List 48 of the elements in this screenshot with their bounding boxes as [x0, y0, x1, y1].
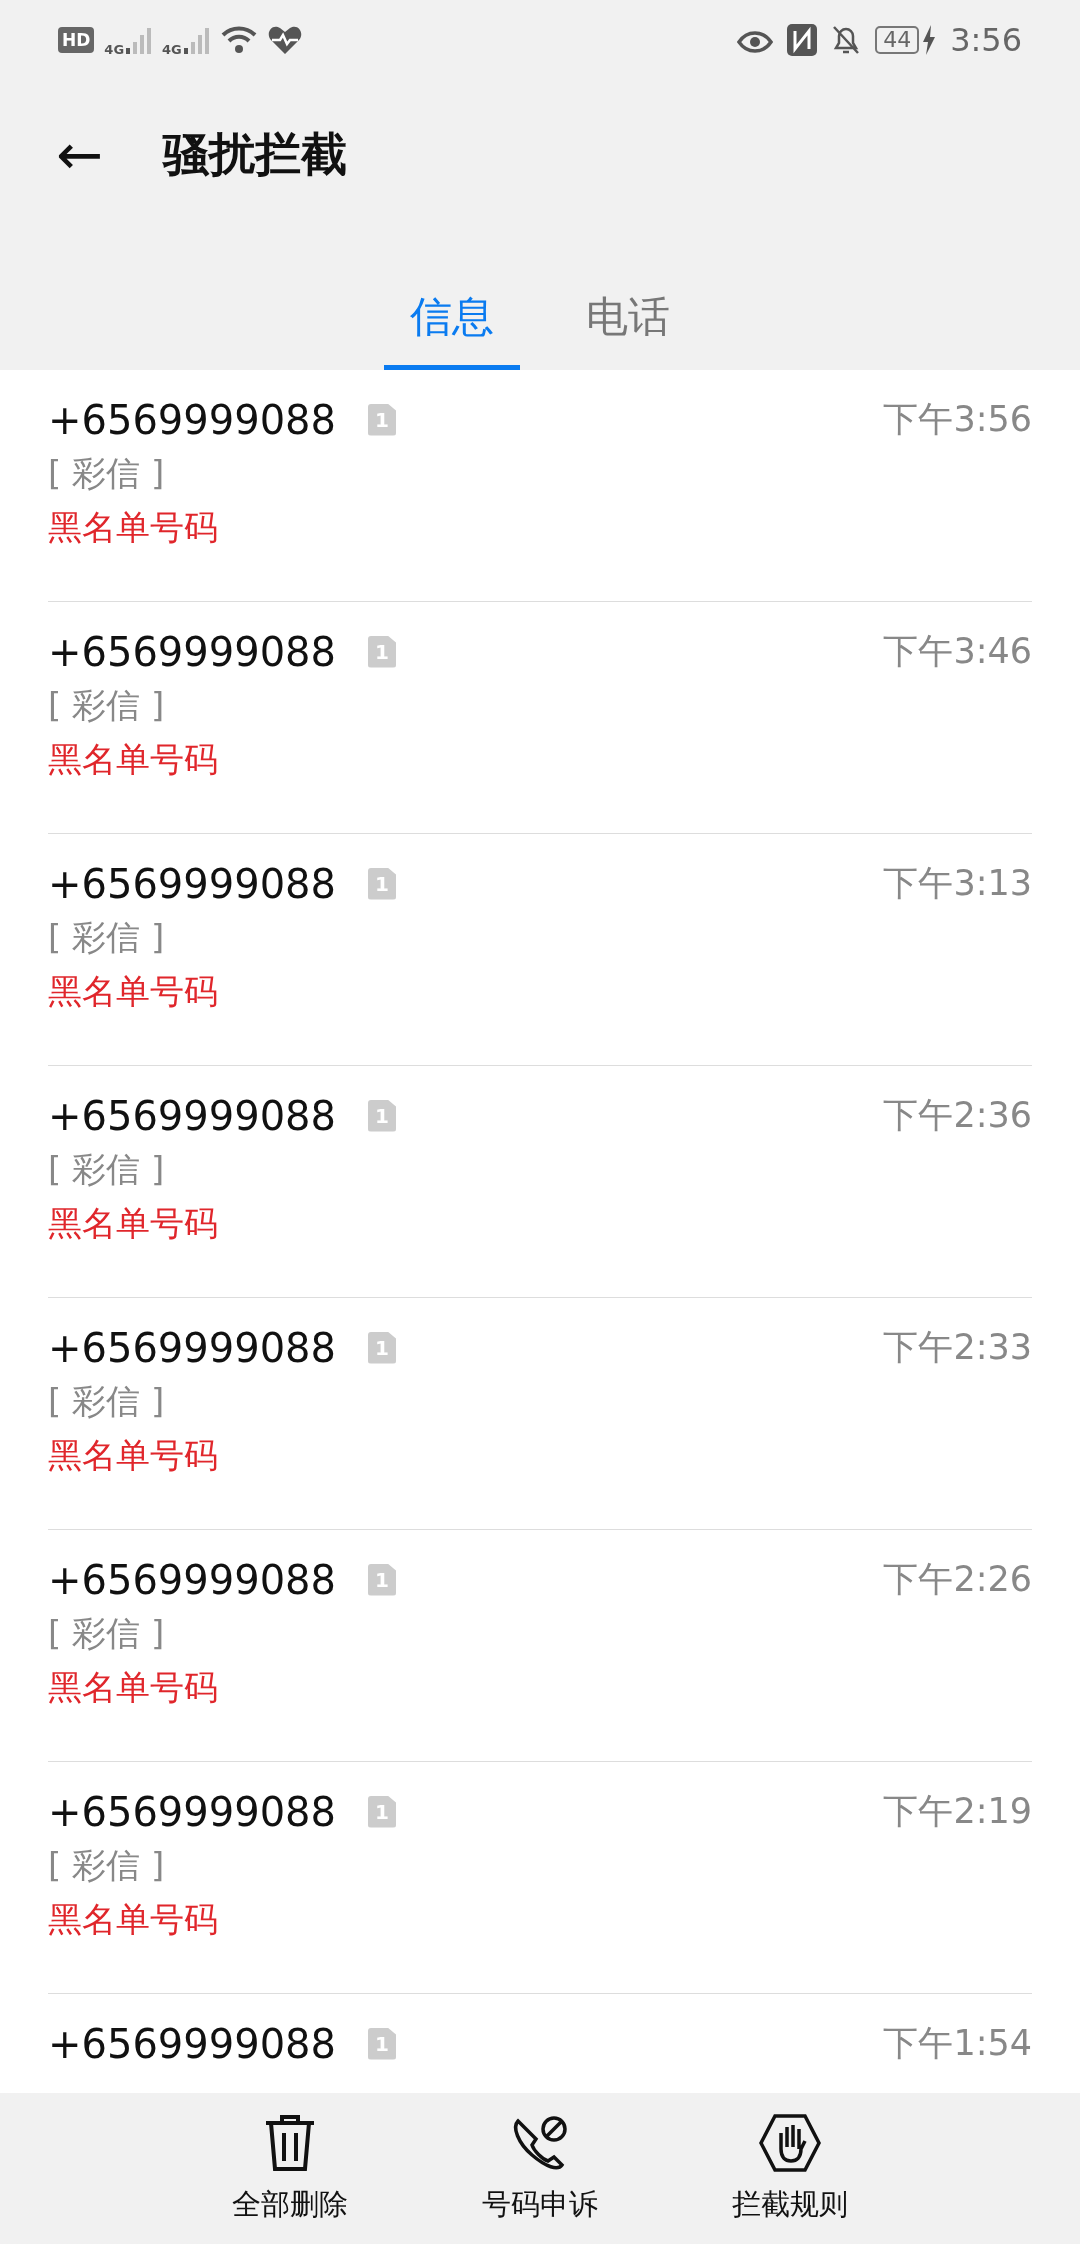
battery-level: 44 — [875, 26, 920, 54]
message-time: 下午1:54 — [883, 2022, 1032, 2065]
phone-number: +6569999088 — [48, 1324, 336, 1371]
block-reason: 黑名单号码 — [48, 1434, 219, 1477]
clock: 3:56 — [950, 21, 1022, 59]
network-label: 4G — [162, 41, 182, 57]
phone-number: +6569999088 — [48, 860, 336, 907]
message-type: [ 彩信 ] — [48, 1612, 166, 1655]
message-type: [ 彩信 ] — [48, 684, 166, 727]
phone-number: +6569999088 — [48, 1556, 336, 1603]
wifi-icon — [219, 24, 258, 56]
block-reason: 黑名单号码 — [48, 970, 219, 1013]
stop-hand-icon — [759, 2113, 821, 2173]
message-type: [ 彩信 ] — [48, 1148, 166, 1191]
phone-number: +6569999088 — [48, 2020, 336, 2067]
phone-number: +6569999088 — [48, 1788, 336, 1835]
heart-rate-icon — [267, 25, 302, 55]
message-time: 下午3:13 — [883, 862, 1032, 905]
block-reason: 黑名单号码 — [48, 506, 219, 549]
message-type: [ 彩信 ] — [48, 916, 166, 959]
signal-icon — [183, 26, 210, 54]
hd-badge: HD — [58, 27, 95, 53]
signal-icon — [126, 26, 153, 54]
block-reason: 黑名单号码 — [48, 1898, 219, 1941]
toolbar-button[interactable]: 号码申诉 — [450, 2093, 630, 2244]
toolbar-button[interactable]: 全部删除 — [200, 2093, 380, 2244]
message-time: 下午3:56 — [883, 398, 1032, 441]
message-time: 下午2:36 — [883, 1094, 1032, 1137]
nfc-icon — [787, 24, 818, 56]
phone-number: +6569999088 — [48, 396, 336, 443]
block-reason: 黑名单号码 — [48, 738, 219, 781]
block-reason: 黑名单号码 — [48, 1202, 219, 1245]
page-title: 骚扰拦截 — [162, 126, 347, 183]
message-time: 下午3:46 — [883, 630, 1032, 673]
block-reason: 黑名单号码 — [48, 1666, 219, 1709]
network-label: 4G — [104, 41, 125, 57]
toolbar-button[interactable]: 拦截规则 — [700, 2093, 880, 2244]
message-time: 下午2:19 — [883, 1790, 1032, 1833]
tab[interactable]: 电话 — [560, 289, 696, 370]
message-type: [ 彩信 ] — [48, 1844, 166, 1887]
message-time: 下午2:26 — [883, 1558, 1032, 1601]
message-type: [ 彩信 ] — [48, 452, 166, 495]
message-time: 下午2:33 — [883, 1326, 1032, 1369]
back-button[interactable]: ← — [56, 127, 103, 183]
phone-number: +6569999088 — [48, 1092, 336, 1139]
message-type: [ 彩信 ] — [48, 1380, 166, 1423]
phone-number: +6569999088 — [48, 628, 336, 675]
bell-muted-icon — [831, 24, 862, 56]
